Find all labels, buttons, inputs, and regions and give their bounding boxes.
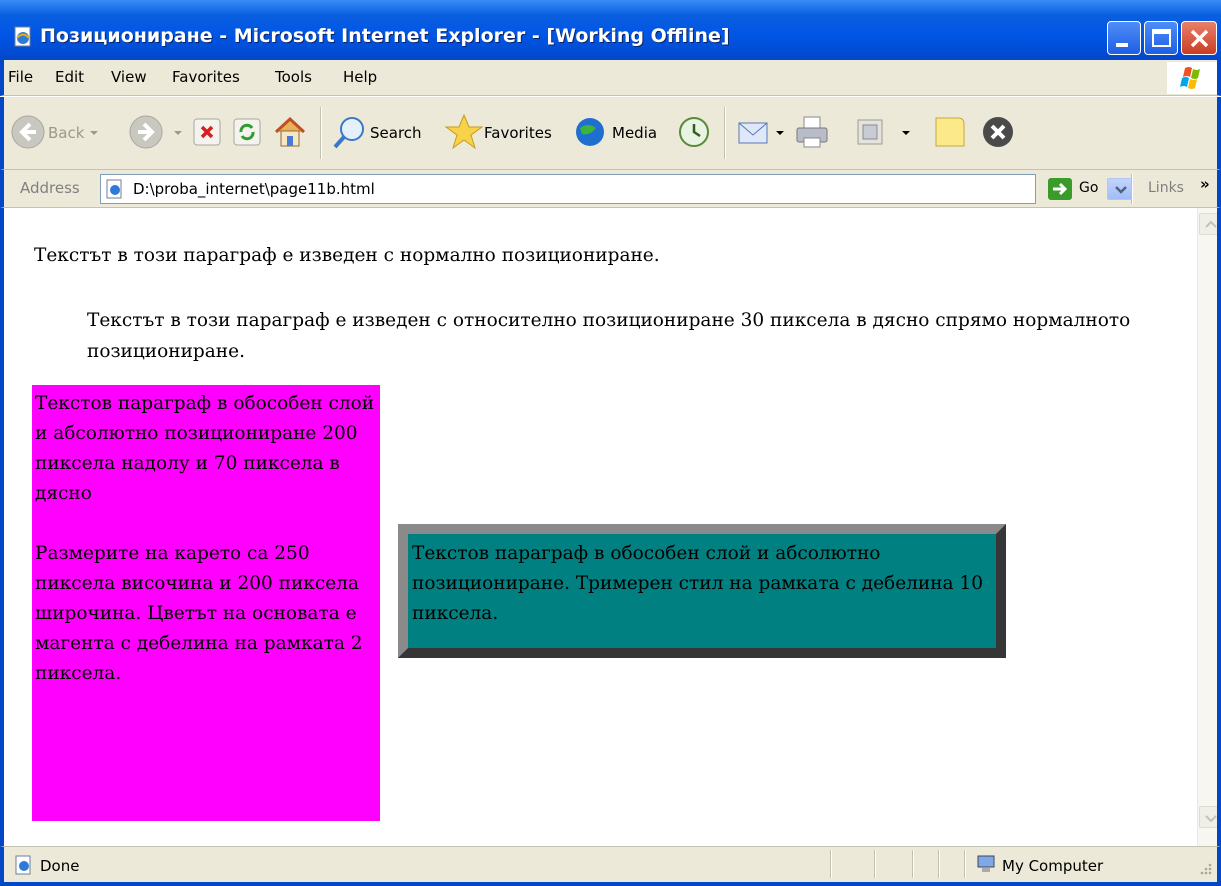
mail-button[interactable] [736,114,772,154]
mail-dropdown-arrow[interactable] [776,131,784,135]
home-icon [274,116,306,147]
status-text: Done [40,857,80,875]
scroll-up-button[interactable] [1199,213,1217,235]
minimize-icon [1116,43,1128,47]
stop-icon [193,118,221,146]
status-pane [830,850,832,878]
windows-logo-icon [1167,62,1217,94]
media-button[interactable] [574,114,610,154]
teal-box-paragraph: Текстов параграф в обособен слой и абсол… [412,543,984,624]
edit-dropdown-arrow[interactable] [902,131,910,135]
edit-icon [857,119,883,145]
menu-file[interactable]: File [8,68,33,86]
status-bar: Done My Computer [0,846,1221,886]
search-button[interactable] [332,114,368,154]
back-button[interactable] [10,114,46,154]
search-icon [333,117,364,149]
go-label[interactable]: Go [1079,180,1098,196]
refresh-icon [233,118,261,146]
vertical-scrollbar[interactable] [1197,208,1217,846]
address-input[interactable]: D:\proba_internet\page11b.html [100,174,1133,204]
address-dropdown-button[interactable] [1107,178,1133,200]
maximize-icon [1152,29,1171,47]
window-title: Позициониране - Microsoft Internet Explo… [40,25,730,47]
address-label: Address [20,179,80,197]
chevron-down-icon [1205,815,1217,823]
forward-icon [129,115,163,149]
magenta-box-paragraph-1: Текстов параграф в обособен слой и абсол… [35,393,375,504]
search-label: Search [370,124,422,142]
discuss-icon [935,117,965,147]
teal-box: Текстов параграф в обособен слой и абсол… [398,524,1006,658]
paragraph-normal: Текстът в този параграф е изведен с норм… [34,245,660,266]
magenta-box-paragraph-2: Размерите на карето са 250 пиксела височ… [35,543,363,684]
status-page-icon [15,855,31,875]
forward-dropdown-arrow[interactable] [174,131,182,135]
status-pane [964,850,966,878]
history-icon [679,117,709,147]
status-pane [912,850,914,878]
page-content: Текстът в този параграф е изведен с норм… [0,208,1221,846]
menu-tools[interactable]: Tools [275,68,312,86]
history-button[interactable] [676,114,712,154]
go-arrow-icon [1053,182,1068,196]
menu-favorites[interactable]: Favorites [172,68,240,86]
title-bar[interactable]: Позициониране - Microsoft Internet Explo… [0,0,1221,60]
menu-view[interactable]: View [111,68,147,86]
mail-icon [738,122,768,144]
back-dropdown-arrow[interactable] [90,131,98,135]
home-button[interactable] [272,114,308,154]
print-icon [796,116,828,148]
favorites-button[interactable] [444,112,484,156]
toolbar-separator [724,107,726,159]
ie-page-icon [106,179,122,199]
go-button[interactable] [1048,178,1072,200]
status-pane [938,850,940,878]
links-label[interactable]: Links [1148,180,1184,196]
address-bar: Address D:\proba_internet\page11b.html G… [0,170,1221,208]
media-icon [576,118,604,146]
close-button[interactable] [1181,21,1217,55]
edit-button[interactable] [856,118,884,150]
menu-edit[interactable]: Edit [55,68,84,86]
toolbar: Back Search Favorites Media [0,97,1221,170]
messenger-button[interactable] [980,114,1016,154]
magenta-box: Текстов параграф в обособен слой и абсол… [32,385,380,821]
address-url: D:\proba_internet\page11b.html [133,180,375,198]
scroll-down-button[interactable] [1199,806,1217,828]
chevron-up-icon [1205,220,1217,228]
links-separator [1131,174,1133,204]
stop-button[interactable] [192,117,222,151]
toolbar-separator [320,107,322,159]
links-chevron-icon[interactable]: » [1200,175,1210,193]
close-icon [1190,29,1209,48]
favorites-label: Favorites [484,124,552,142]
my-computer-icon [977,855,995,872]
menu-help[interactable]: Help [343,68,377,86]
status-pane [874,850,876,878]
paragraph-relative: Текстът в този параграф е изведен с отно… [87,310,1131,362]
resize-grip-icon[interactable] [1196,861,1214,879]
forward-button[interactable] [128,114,164,154]
minimize-button[interactable] [1107,21,1141,55]
menu-bar: File Edit View Favorites Tools Help [0,60,1221,96]
refresh-button[interactable] [232,117,262,151]
messenger-icon [983,117,1013,147]
discuss-button[interactable] [932,114,968,154]
print-button[interactable] [794,114,830,154]
maximize-button[interactable] [1144,21,1178,55]
zone-text: My Computer [1002,857,1104,875]
ie-page-icon [14,26,31,47]
favorites-star-icon [444,113,484,150]
media-label: Media [612,124,658,142]
back-label: Back [48,124,85,142]
back-icon [11,115,45,149]
